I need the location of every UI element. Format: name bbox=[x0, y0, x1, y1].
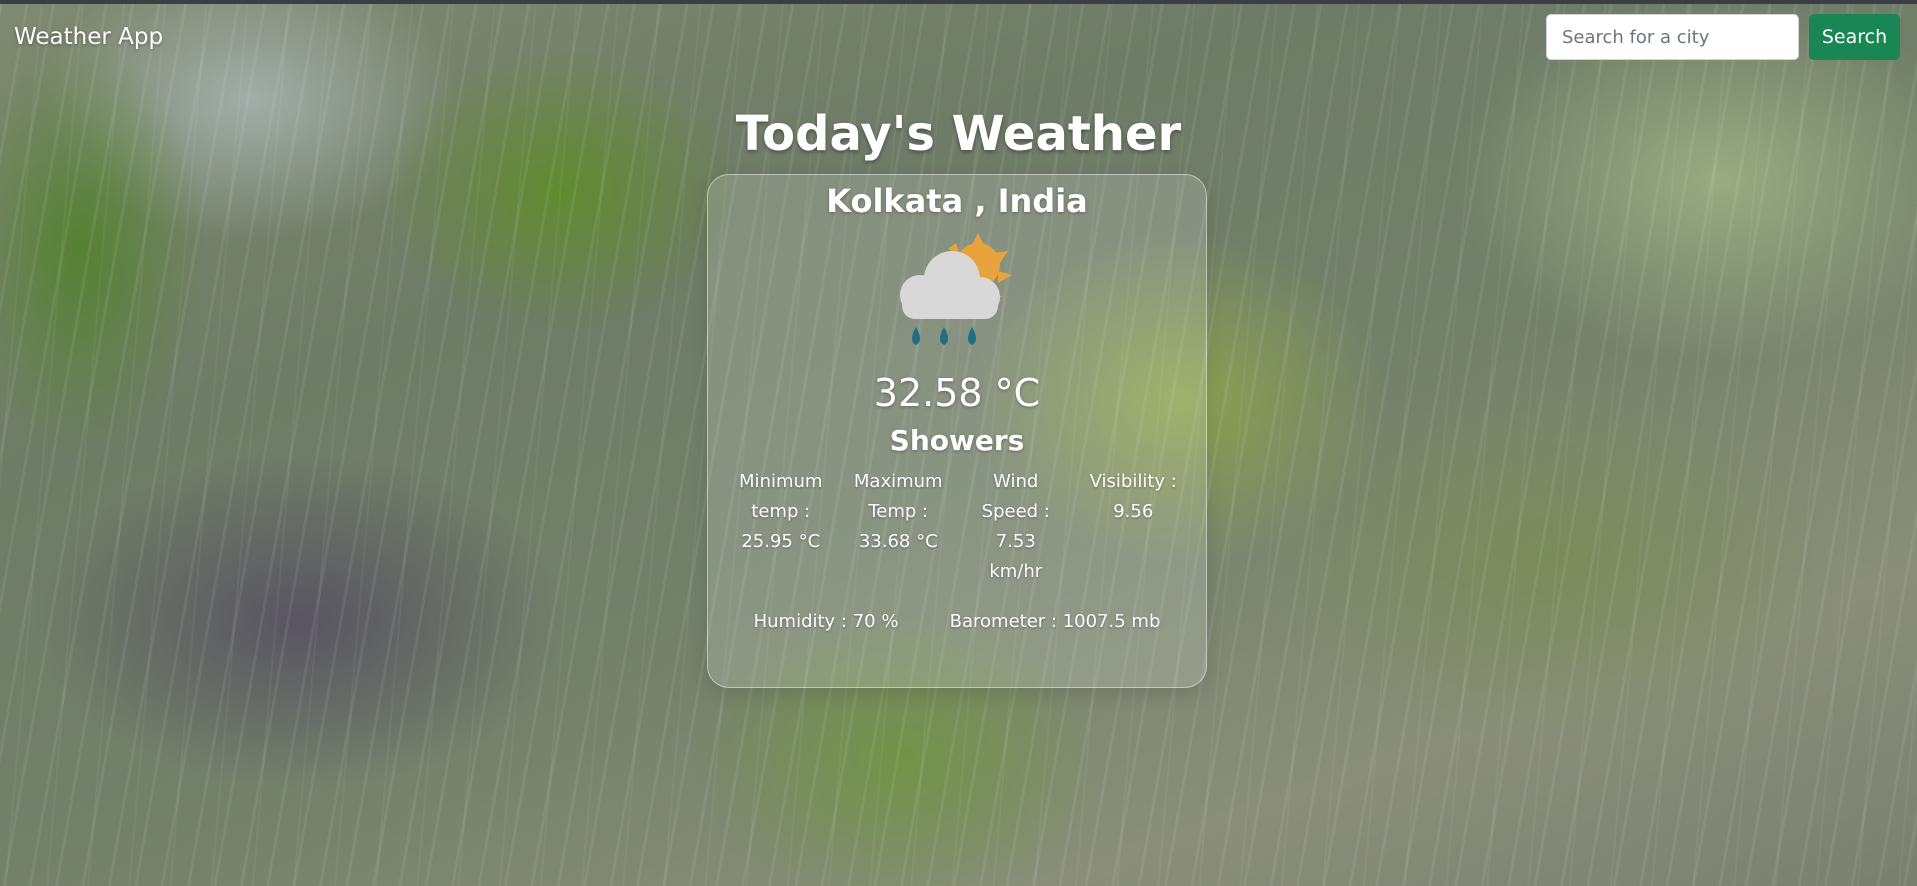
sun-behind-rain-cloud-icon bbox=[899, 233, 1012, 345]
weather-card: Kolkata , India 32.58 °C Showers Minimum… bbox=[707, 174, 1207, 688]
weather-stats-row: Minimum temp : 25.95 °C Maximum Temp : 3… bbox=[708, 467, 1206, 587]
visibility-label: Visibility : bbox=[1089, 471, 1177, 492]
wind-unit: km/hr bbox=[989, 561, 1043, 582]
humidity-stat: Humidity : 70 % bbox=[753, 611, 899, 632]
window-top-border bbox=[0, 0, 1917, 4]
max-temp-label-1: Maximum bbox=[853, 471, 943, 492]
search-button[interactable]: Search bbox=[1809, 14, 1900, 60]
min-temp-label-1: Minimum bbox=[739, 471, 823, 492]
page-title: Today's Weather bbox=[735, 106, 1182, 162]
search-input[interactable] bbox=[1546, 14, 1799, 60]
navbar-brand[interactable]: Weather App bbox=[14, 24, 163, 50]
temperature-value: 32.58 °C bbox=[873, 371, 1041, 415]
max-temp-label-2: Temp : bbox=[868, 501, 929, 522]
min-temp-stat: Minimum temp : 25.95 °C bbox=[726, 467, 836, 587]
wind-label-2: Speed : bbox=[981, 501, 1050, 522]
wind-label-1: Wind bbox=[993, 471, 1039, 492]
wind-value: 7.53 bbox=[995, 531, 1036, 552]
location-label: Kolkata , India bbox=[826, 182, 1088, 220]
barometer-stat: Barometer : 1007.5 mb bbox=[949, 611, 1161, 632]
min-temp-value: 25.95 °C bbox=[741, 531, 821, 552]
weather-description: Showers bbox=[889, 424, 1025, 457]
search-form: Search bbox=[1546, 14, 1900, 60]
visibility-stat: Visibility : 9.56 bbox=[1078, 467, 1188, 587]
weather-stats-row-2: Humidity : 70 % Barometer : 1007.5 mb bbox=[708, 607, 1206, 637]
max-temp-value: 33.68 °C bbox=[858, 531, 938, 552]
wind-speed-stat: Wind Speed : 7.53 km/hr bbox=[961, 467, 1071, 587]
visibility-value: 9.56 bbox=[1113, 501, 1154, 522]
min-temp-label-2: temp : bbox=[751, 501, 811, 522]
max-temp-stat: Maximum Temp : 33.68 °C bbox=[843, 467, 953, 587]
